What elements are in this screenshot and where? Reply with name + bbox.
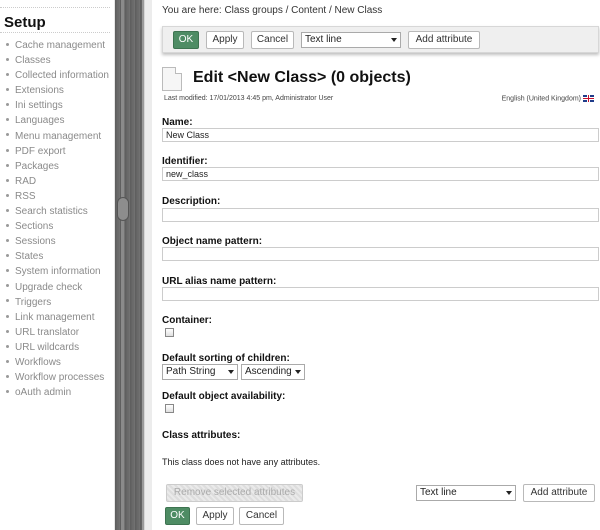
sidebar-item-workflow-processes[interactable]: Workflow processes xyxy=(6,370,109,385)
chevron-down-icon xyxy=(228,370,234,374)
sidebar-item-upgrade-check[interactable]: Upgrade check xyxy=(6,280,109,295)
bottom-apply-button[interactable]: Apply xyxy=(196,507,234,525)
bullet-icon xyxy=(6,163,9,167)
bullet-icon xyxy=(6,178,9,182)
sidebar-item-sessions[interactable]: Sessions xyxy=(6,234,109,249)
sidebar-item-menu-management[interactable]: Menu management xyxy=(6,129,109,144)
sidebar-item-rad[interactable]: RAD xyxy=(6,174,109,189)
page-title: Edit <New Class> (0 objects) xyxy=(193,69,411,86)
bottom-cancel-button[interactable]: Cancel xyxy=(239,507,284,525)
bullet-icon xyxy=(6,223,9,227)
bottom-ok-button[interactable]: OK xyxy=(165,507,190,525)
object-name-pattern-field[interactable] xyxy=(162,247,599,261)
sidebar-item-triggers[interactable]: Triggers xyxy=(6,295,109,310)
identifier-label: Identifier: xyxy=(162,156,208,167)
splitter-handle[interactable] xyxy=(117,197,129,221)
datatype-select[interactable]: Text line xyxy=(301,32,401,48)
bullet-icon xyxy=(6,314,9,318)
bullet-icon xyxy=(6,148,9,152)
sidebar-item-workflows[interactable]: Workflows xyxy=(6,355,109,370)
apply-button[interactable]: Apply xyxy=(206,31,244,49)
container-label: Container: xyxy=(162,315,212,326)
sidebar-item-search-statistics[interactable]: Search statistics xyxy=(6,204,109,219)
bullet-icon xyxy=(6,208,9,212)
bullet-icon xyxy=(6,133,9,137)
sidebar-menu: Cache management Classes Collected infor… xyxy=(6,38,109,400)
bullet-icon xyxy=(6,193,9,197)
ok-button[interactable]: OK xyxy=(173,31,199,49)
sidebar-top-divider xyxy=(0,7,110,8)
bullet-icon xyxy=(6,299,9,303)
bottom-add-attribute-button[interactable]: Add attribute xyxy=(523,484,595,502)
bullet-icon xyxy=(6,103,9,107)
language-indicator: English (United Kingdom) xyxy=(502,95,594,102)
bullet-icon xyxy=(6,344,9,348)
sidebar-item-pdf-export[interactable]: PDF export xyxy=(6,144,109,159)
sidebar-item-classes[interactable]: Classes xyxy=(6,53,109,68)
sidebar-item-extensions[interactable]: Extensions xyxy=(6,83,109,98)
left-sidebar: Setup Cache management Classes Collected… xyxy=(0,0,115,530)
sidebar-item-sections[interactable]: Sections xyxy=(6,219,109,234)
sidebar-item-cache-management[interactable]: Cache management xyxy=(6,38,109,53)
bullet-icon xyxy=(6,42,9,46)
sidebar-item-states[interactable]: States xyxy=(6,249,109,264)
chevron-down-icon xyxy=(295,370,301,374)
bullet-icon xyxy=(6,118,9,122)
remove-selected-attributes-button[interactable]: Remove selected attributes xyxy=(166,484,303,502)
sidebar-item-system-information[interactable]: System information xyxy=(6,264,109,279)
bullet-icon xyxy=(6,73,9,77)
object-name-pattern-label: Object name pattern: xyxy=(162,236,263,247)
sort-order-select[interactable]: Ascending xyxy=(241,364,305,380)
bullet-icon xyxy=(6,57,9,61)
splitter-stripe xyxy=(121,0,124,530)
cancel-button[interactable]: Cancel xyxy=(251,31,294,49)
bullet-icon xyxy=(6,239,9,243)
add-attribute-button[interactable]: Add attribute xyxy=(408,31,480,49)
availability-label: Default object availability: xyxy=(162,391,286,402)
top-toolbar: OK Apply Cancel Text line Add attribute xyxy=(162,26,599,53)
sidebar-item-url-wildcards[interactable]: URL wildcards xyxy=(6,340,109,355)
description-label: Description: xyxy=(162,196,221,207)
no-attributes-text: This class does not have any attributes. xyxy=(162,457,321,467)
name-field[interactable]: New Class xyxy=(162,128,599,142)
breadcrumb: You are here: Class groups / Content / N… xyxy=(162,5,383,16)
sidebar-item-rss[interactable]: RSS xyxy=(6,189,109,204)
bullet-icon xyxy=(6,269,9,273)
uk-flag-icon xyxy=(583,95,594,102)
availability-checkbox[interactable] xyxy=(165,404,174,413)
class-document-icon xyxy=(162,67,182,91)
container-checkbox[interactable] xyxy=(165,328,174,337)
sort-field-select[interactable]: Path String xyxy=(162,364,238,380)
sidebar-title: Setup xyxy=(4,14,46,31)
identifier-field[interactable]: new_class xyxy=(162,167,599,181)
panel-edge xyxy=(144,0,152,530)
chevron-down-icon xyxy=(391,38,397,42)
sidebar-item-oauth-admin[interactable]: oAuth admin xyxy=(6,385,109,400)
sidebar-item-languages[interactable]: Languages xyxy=(6,113,109,128)
url-alias-label: URL alias name pattern: xyxy=(162,276,277,287)
bullet-icon xyxy=(6,88,9,92)
sidebar-item-link-management[interactable]: Link management xyxy=(6,310,109,325)
bullet-icon xyxy=(6,254,9,258)
bullet-icon xyxy=(6,284,9,288)
class-attributes-label: Class attributes: xyxy=(162,430,241,441)
bottom-datatype-select[interactable]: Text line xyxy=(416,485,516,501)
sidebar-item-ini-settings[interactable]: Ini settings xyxy=(6,98,109,113)
last-modified: Last modified: 17/01/2013 4:45 pm, Admin… xyxy=(164,95,334,102)
sidebar-divider xyxy=(0,32,110,33)
chevron-down-icon xyxy=(506,491,512,495)
url-alias-field[interactable] xyxy=(162,287,599,301)
name-label: Name: xyxy=(162,117,193,128)
main-content: You are here: Class groups / Content / N… xyxy=(152,0,600,530)
bullet-icon xyxy=(6,390,9,394)
sidebar-item-collected-information[interactable]: Collected information xyxy=(6,68,109,83)
bullet-icon xyxy=(6,329,9,333)
description-field[interactable] xyxy=(162,208,599,222)
bullet-icon xyxy=(6,374,9,378)
bullet-icon xyxy=(6,359,9,363)
sidebar-item-url-translator[interactable]: URL translator xyxy=(6,325,109,340)
sidebar-item-packages[interactable]: Packages xyxy=(6,159,109,174)
sorting-label: Default sorting of children: xyxy=(162,353,290,364)
